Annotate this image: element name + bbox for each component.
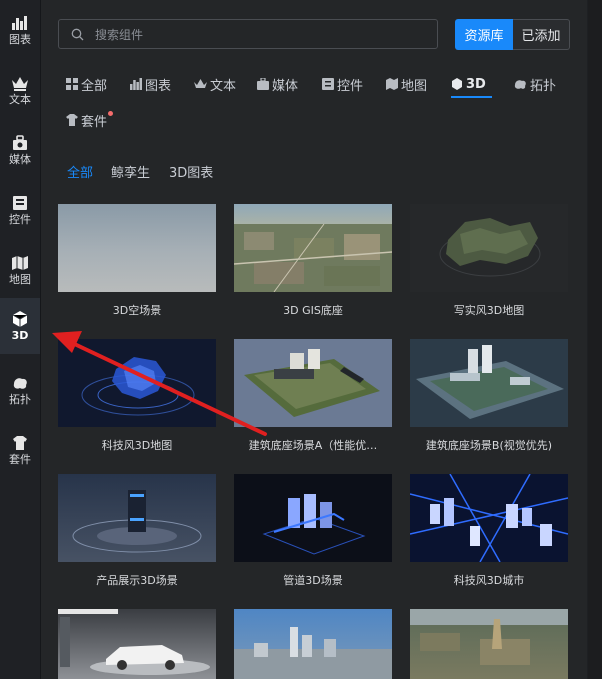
annotation-arrow-icon bbox=[52, 331, 267, 436]
